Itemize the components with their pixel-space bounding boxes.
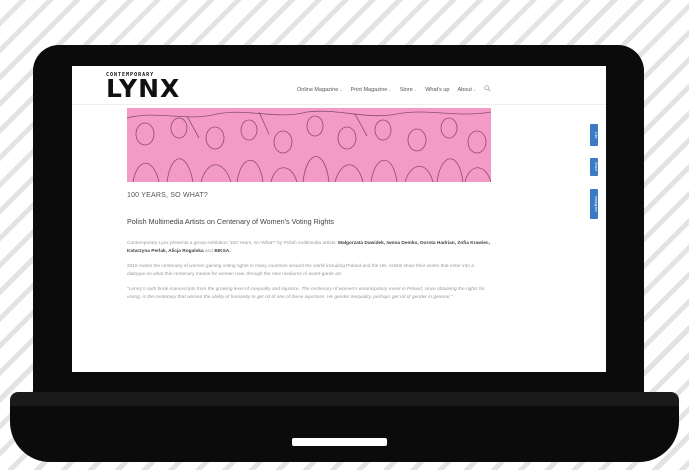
nav-label: Store: [399, 86, 413, 93]
social-label: Instagram: [594, 196, 598, 212]
hero-illustration: [127, 108, 491, 182]
article-quote: "Lenny's sixth book-manuscripts from the…: [127, 287, 485, 300]
article-paragraph: 2018 marks the centenary of women gainin…: [127, 264, 474, 277]
search-icon[interactable]: [484, 85, 491, 94]
paragraph-conjunction: and: [204, 249, 213, 254]
laptop-screen: CONTEMPORARY LYNX Online Magazine⌄ Print…: [72, 66, 606, 372]
nav-print-magazine[interactable]: Print Magazine⌄: [351, 87, 392, 93]
paragraph-intro: Contemporary Lynx presents a group exhib…: [127, 241, 337, 246]
nav-online-magazine[interactable]: Online Magazine⌄: [297, 87, 343, 93]
chevron-down-icon: ⌄: [472, 86, 477, 92]
article-title: 100 YEARS, SO WHAT?: [127, 192, 208, 199]
article-body: 100 YEARS, SO WHAT? Polish Multimedia Ar…: [127, 192, 491, 309]
nav-label: Print Magazine: [350, 86, 388, 93]
chevron-down-icon: ⌄: [339, 86, 343, 92]
article-subtitle: Polish Multimedia Artists on Centenary o…: [127, 217, 334, 226]
chevron-down-icon: ⌄: [413, 86, 418, 92]
article-paragraph: Contemporary Lynx presents a group exhib…: [127, 240, 491, 256]
laptop-hinge: [10, 392, 679, 406]
facebook-like-button[interactable]: Like: [590, 124, 598, 146]
laptop-trackpad-slot: [292, 438, 387, 446]
header-divider: [72, 104, 606, 105]
main-nav: Online Magazine⌄ Print Magazine⌄ Store⌄ …: [297, 85, 491, 94]
artist-names: BIKSA.: [214, 249, 231, 254]
chevron-down-icon: ⌄: [388, 86, 392, 92]
nav-label: What's up: [425, 86, 450, 93]
nav-store[interactable]: Store⌄: [400, 87, 418, 93]
logo-big-text: LYNX: [106, 74, 181, 103]
nav-label: Online Magazine: [297, 86, 339, 93]
nav-label: About: [457, 86, 472, 93]
social-label: Like: [594, 131, 598, 139]
site-logo[interactable]: CONTEMPORARY LYNX: [106, 72, 181, 103]
nav-whats-up[interactable]: What's up: [425, 87, 449, 93]
instagram-button[interactable]: Instagram: [590, 189, 598, 219]
nav-about[interactable]: About⌄: [458, 87, 477, 93]
twitter-share-button[interactable]: Share: [590, 158, 598, 176]
social-label: Share: [594, 162, 598, 172]
